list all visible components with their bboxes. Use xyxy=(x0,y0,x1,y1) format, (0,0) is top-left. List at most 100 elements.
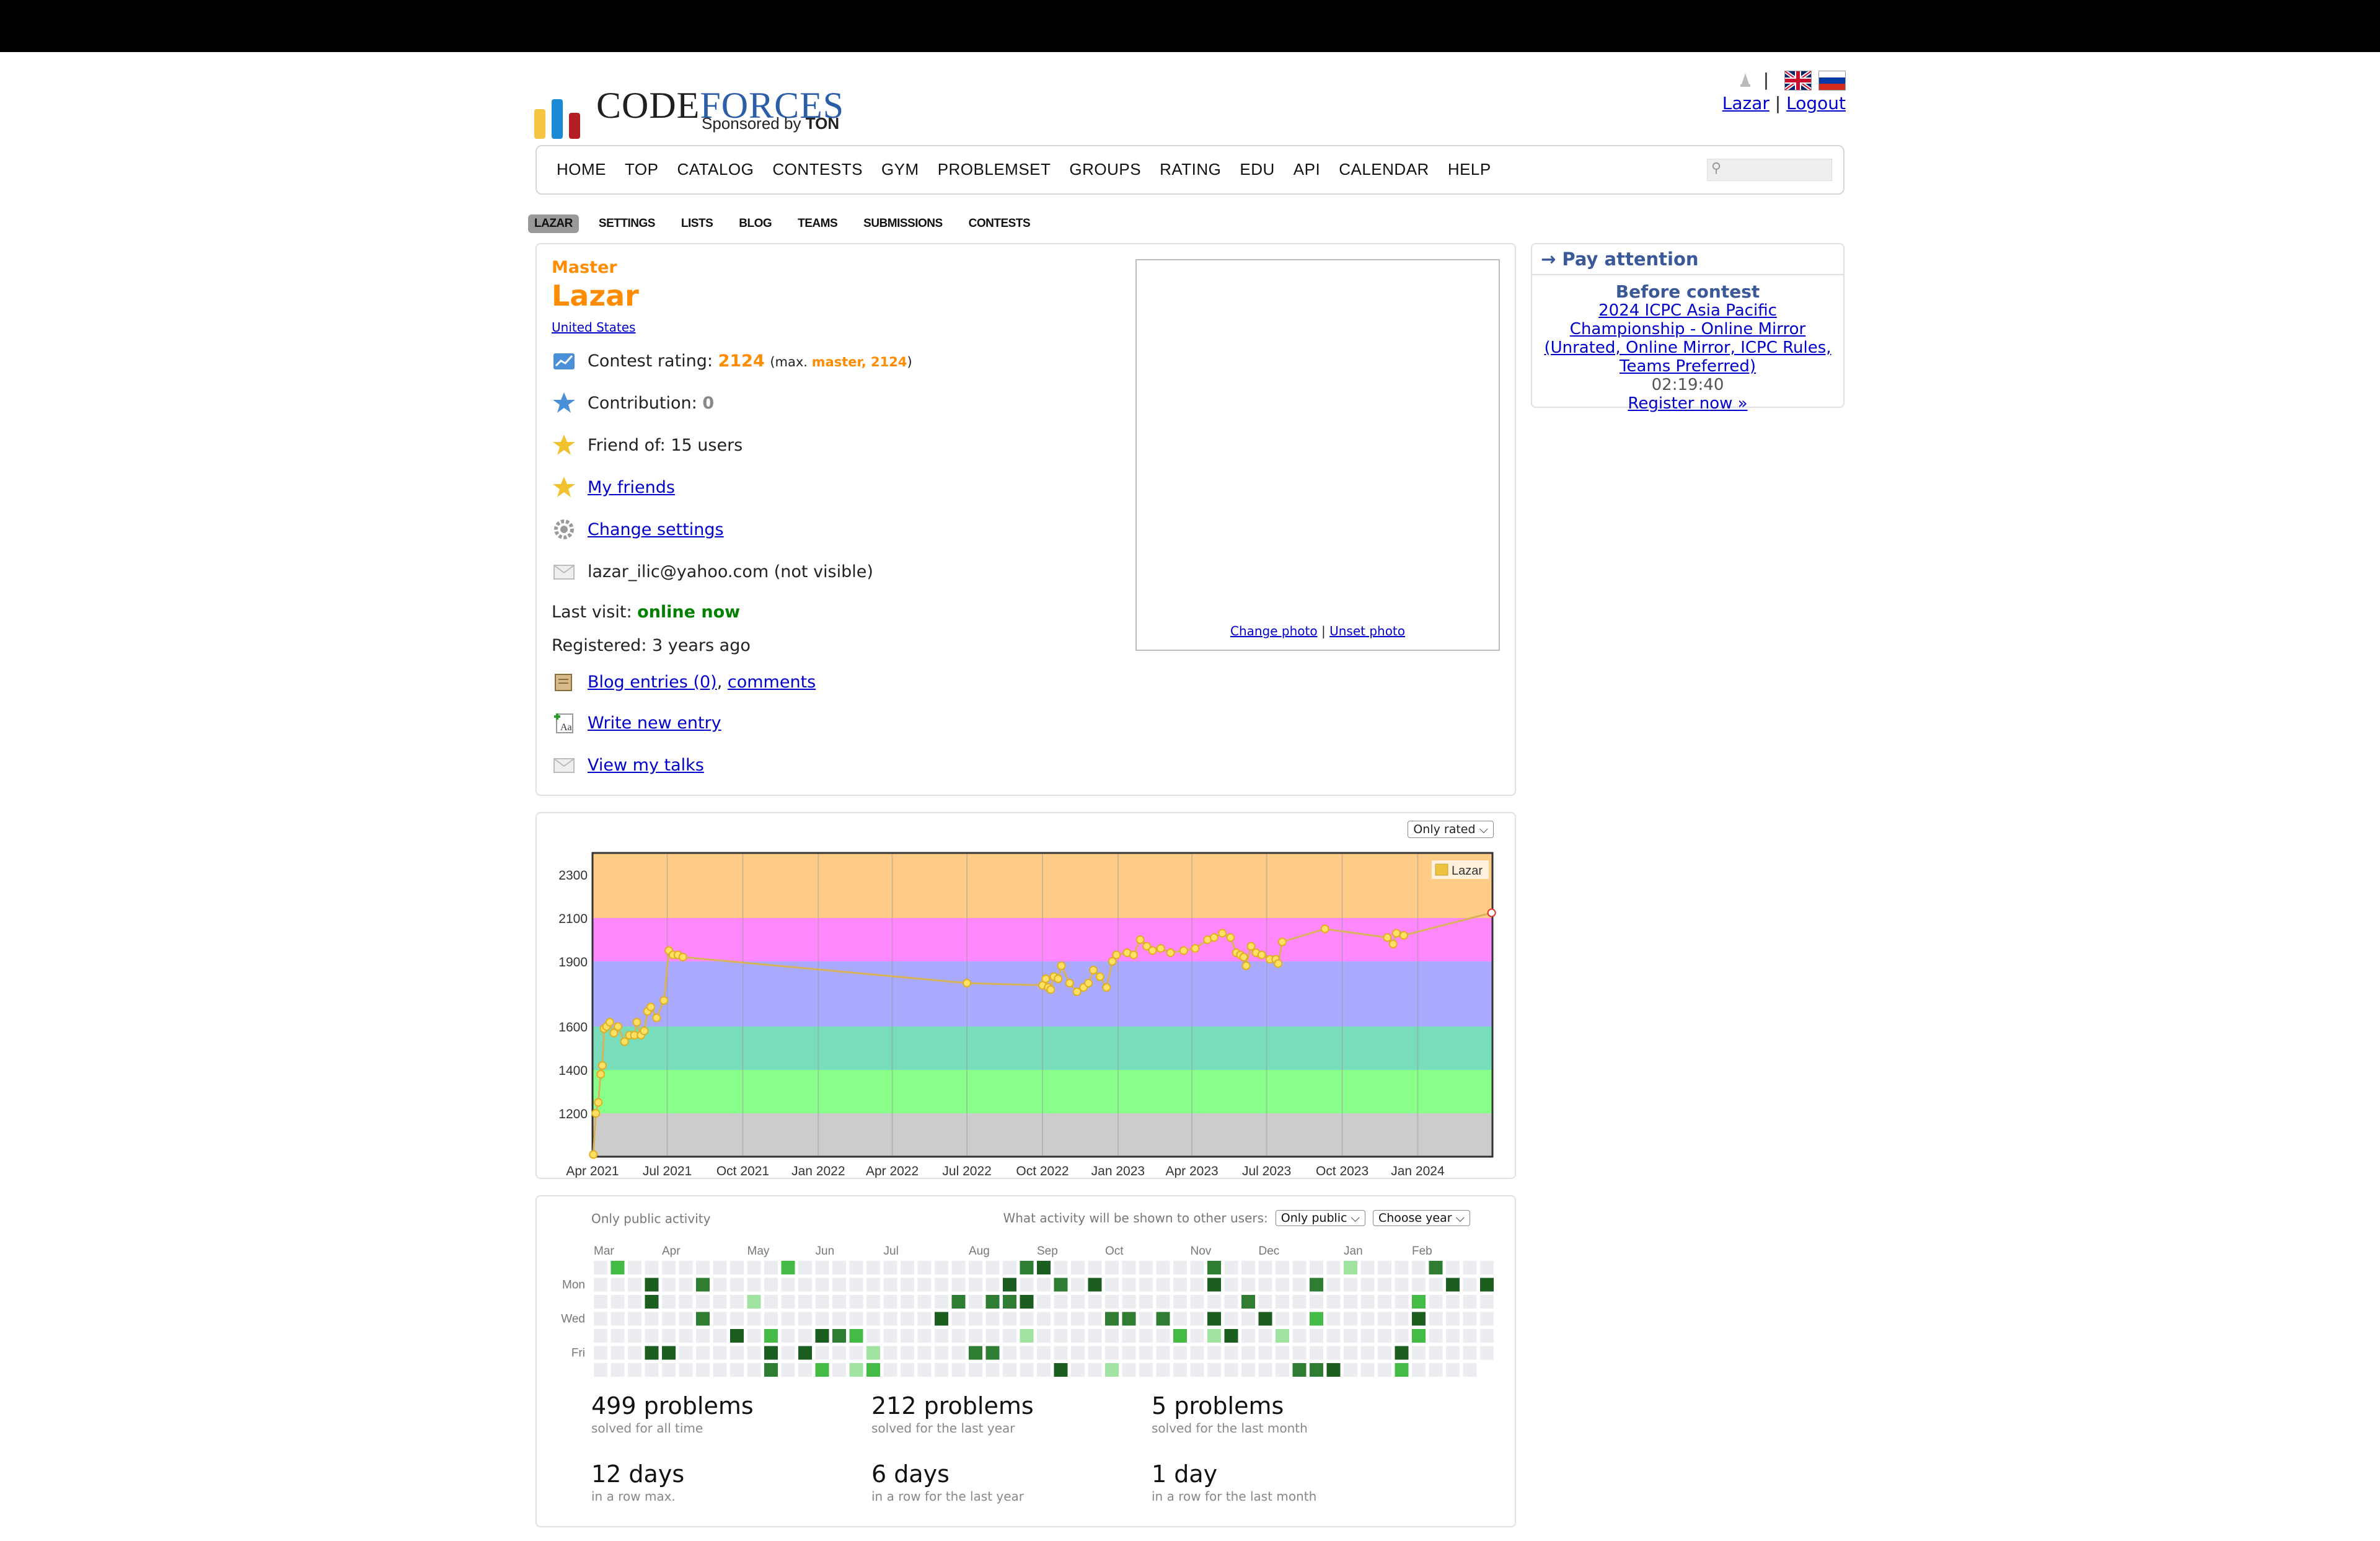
activity-cell xyxy=(1480,1295,1494,1309)
activity-cell xyxy=(610,1261,625,1274)
activity-cell xyxy=(696,1278,710,1292)
menu-item-calendar[interactable]: CALENDAR xyxy=(1339,160,1429,179)
activity-cell xyxy=(1412,1312,1426,1326)
activity-cell xyxy=(1480,1346,1494,1360)
month-label: Oct xyxy=(1105,1245,1124,1258)
activity-cell xyxy=(781,1261,795,1274)
menu-item-api[interactable]: API xyxy=(1294,160,1320,179)
menu-item-gym[interactable]: GYM xyxy=(881,160,919,179)
activity-cell xyxy=(713,1329,727,1343)
blog-entries-link[interactable]: Blog entries (0) xyxy=(588,673,717,692)
rating-point xyxy=(594,1098,603,1107)
rating-point xyxy=(1391,929,1401,938)
subnav-contests[interactable]: CONTESTS xyxy=(963,214,1036,233)
activity-cell xyxy=(1446,1295,1460,1309)
activity-cell xyxy=(781,1312,795,1326)
activity-cell xyxy=(985,1295,1000,1309)
comments-link[interactable]: comments xyxy=(728,673,816,692)
month-label: Aug xyxy=(969,1245,990,1258)
before-contest-title: Before contest xyxy=(1615,281,1760,302)
register-link[interactable]: Register now » xyxy=(1628,394,1747,413)
activity-stat-value: 12 days xyxy=(591,1460,685,1488)
activity-cell xyxy=(747,1346,761,1360)
activity-cell xyxy=(1395,1346,1409,1360)
rating-chart-icon xyxy=(552,348,576,373)
russian-flag-icon[interactable] xyxy=(1818,71,1846,91)
menu-item-help[interactable]: HELP xyxy=(1448,160,1491,179)
blog-separator: , xyxy=(716,672,723,692)
activity-stat: 5 problems solved for the last month xyxy=(1152,1392,1308,1436)
logout-link[interactable]: Logout xyxy=(1786,93,1846,113)
menu-item-contests[interactable]: CONTESTS xyxy=(772,160,863,179)
activity-cell xyxy=(832,1346,846,1360)
subnav-settings[interactable]: SETTINGS xyxy=(593,214,661,233)
talks-row: View my talks xyxy=(552,753,704,777)
activity-cell xyxy=(679,1346,693,1360)
star-gold-icon xyxy=(552,475,576,500)
subnav-submissions[interactable]: SUBMISSIONS xyxy=(857,214,949,233)
registered-text: Registered: 3 years ago xyxy=(552,636,751,655)
menu-item-edu[interactable]: EDU xyxy=(1240,160,1274,179)
subnav-lazar[interactable]: LAZAR xyxy=(528,214,579,233)
activity-cell xyxy=(1054,1363,1068,1377)
contest-link[interactable]: 2024 ICPC Asia Pacific Championship - On… xyxy=(1544,301,1831,376)
rating-point xyxy=(1246,942,1256,951)
activity-cell xyxy=(1378,1278,1391,1292)
activity-cell xyxy=(849,1295,863,1309)
subnav-teams[interactable]: TEAMS xyxy=(791,214,844,233)
rating-graph[interactable]: Apr 2021 Jul 2021 Oct 2021 Jan 2022 Apr 2022… xyxy=(537,813,1515,1178)
subnav-lists[interactable]: LISTS xyxy=(675,214,719,233)
menu-item-rating[interactable]: RATING xyxy=(1160,160,1221,179)
activity-cell xyxy=(866,1363,880,1377)
menu-item-catalog[interactable]: CATALOG xyxy=(677,160,754,179)
user-country[interactable]: United States xyxy=(552,320,635,335)
activity-cell xyxy=(628,1312,641,1326)
month-label: Nov xyxy=(1191,1245,1212,1258)
user-profile-link[interactable]: Lazar xyxy=(1722,93,1770,113)
change-photo-link[interactable]: Change photo xyxy=(1230,624,1318,638)
activity-cell xyxy=(1446,1312,1460,1326)
activity-cell xyxy=(730,1261,744,1274)
menu-item-groups[interactable]: GROUPS xyxy=(1069,160,1141,179)
activity-cell xyxy=(645,1346,659,1360)
photo-separator: | xyxy=(1321,624,1326,638)
activity-cell xyxy=(1037,1312,1051,1326)
activity-cell xyxy=(1173,1363,1187,1377)
menu-item-problemset[interactable]: PROBLEMSET xyxy=(938,160,1051,179)
rating-point xyxy=(1084,979,1093,987)
activity-cell xyxy=(1429,1295,1443,1309)
activity-cell xyxy=(1020,1346,1034,1360)
search-input[interactable]: ⚲ xyxy=(1707,159,1832,181)
activity-cell xyxy=(917,1363,932,1377)
subnav-blog[interactable]: BLOG xyxy=(733,214,778,233)
bell-icon[interactable] xyxy=(1738,72,1753,89)
activity-cell xyxy=(985,1278,1000,1292)
activity-cell xyxy=(815,1346,829,1360)
unset-photo-link[interactable]: Unset photo xyxy=(1329,624,1405,638)
activity-cell xyxy=(1395,1363,1409,1377)
activity-cell xyxy=(594,1346,607,1360)
x-tick-label: Oct 2022 xyxy=(1016,1164,1069,1178)
activity-cell xyxy=(696,1346,710,1360)
contribution-row: Contribution: 0 xyxy=(552,391,714,415)
activity-cell xyxy=(815,1312,829,1326)
activity-cell xyxy=(849,1329,863,1343)
menu-item-home[interactable]: HOME xyxy=(557,160,606,179)
activity-cell xyxy=(1122,1295,1136,1309)
activity-cell xyxy=(1395,1295,1409,1309)
rating-point xyxy=(1274,959,1283,968)
codeforces-logo[interactable]: CODEFORCES Sponsored by TON xyxy=(534,77,857,139)
activity-cell xyxy=(1463,1312,1477,1326)
english-flag-icon[interactable] xyxy=(1784,71,1812,91)
my-friends-link[interactable]: My friends xyxy=(588,478,675,497)
activity-cell xyxy=(951,1363,966,1377)
view-talks-link[interactable]: View my talks xyxy=(588,756,704,775)
activity-cell xyxy=(1105,1295,1119,1309)
menu-item-top[interactable]: TOP xyxy=(625,160,658,179)
activity-cell xyxy=(645,1261,659,1274)
write-entry-link[interactable]: Write new entry xyxy=(588,713,721,733)
activity-cell xyxy=(1412,1295,1426,1309)
activity-cell xyxy=(1326,1346,1341,1360)
change-settings-link[interactable]: Change settings xyxy=(588,520,724,539)
country-link[interactable]: United States xyxy=(552,320,635,335)
